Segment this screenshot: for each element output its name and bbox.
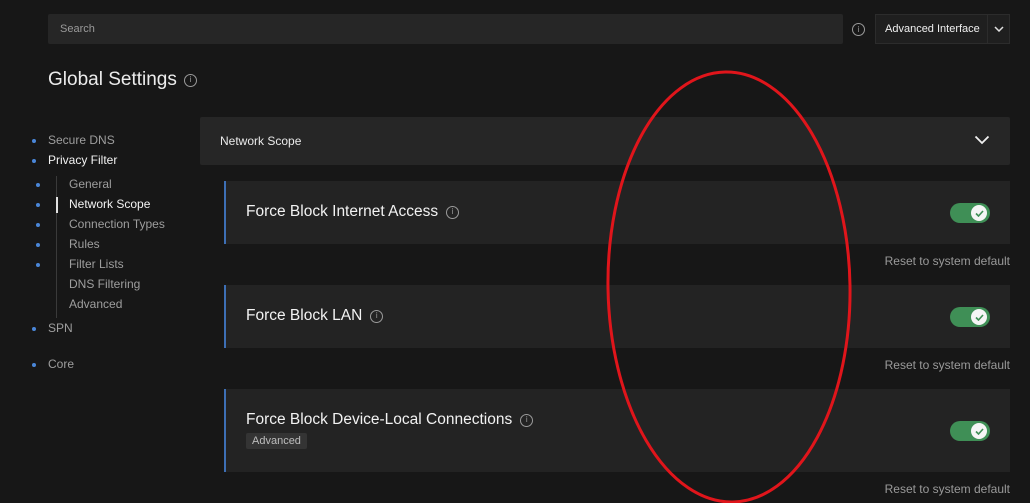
bullet-icon [36, 203, 40, 207]
bullet-icon [36, 263, 40, 267]
sidebar-item-privacy-filter[interactable]: Privacy Filter [48, 153, 117, 167]
check-icon [971, 423, 987, 439]
bullet-icon [36, 223, 40, 227]
sidebar-subitem-network-scope[interactable]: Network Scope [69, 197, 150, 211]
nav-rail-active-indicator [56, 197, 58, 213]
setting-card-force-block-device-local: Force Block Device-Local Connections i A… [224, 389, 1010, 472]
setting-title: Force Block Device-Local Connections [246, 411, 513, 428]
sidebar-subitem-rules[interactable]: Rules [69, 237, 100, 251]
check-icon [971, 309, 987, 325]
setting-title: Force Block LAN [246, 307, 363, 324]
search-bar[interactable] [48, 14, 843, 44]
bullet-icon [36, 183, 40, 187]
sidebar-subitem-advanced[interactable]: Advanced [69, 297, 122, 311]
sidebar-subitem-general[interactable]: General [69, 177, 112, 191]
app-root: i Advanced Interface Global Settings i S… [0, 0, 1030, 503]
setting-title-row: Force Block LAN i [246, 307, 384, 325]
chevron-down-icon[interactable] [987, 15, 1009, 43]
sidebar-subitem-dns-filtering[interactable]: DNS Filtering [69, 277, 140, 291]
sidebar-subitem-connection-types[interactable]: Connection Types [69, 217, 165, 231]
chevron-down-icon[interactable] [974, 132, 990, 150]
bullet-icon [32, 159, 36, 163]
setting-card-force-block-lan: Force Block LAN i [224, 285, 1010, 348]
reset-to-default-link[interactable]: Reset to system default [885, 254, 1010, 268]
sidebar-item-core[interactable]: Core [48, 357, 74, 371]
info-icon[interactable]: i [183, 73, 197, 87]
setting-card-force-block-internet: Force Block Internet Access i [224, 181, 1010, 244]
interface-mode-label: Advanced Interface [885, 23, 980, 35]
bullet-icon [32, 363, 36, 367]
bullet-icon [32, 327, 36, 331]
check-icon [971, 205, 987, 221]
sidebar-item-spn[interactable]: SPN [48, 321, 73, 335]
search-input[interactable] [58, 22, 833, 36]
bullet-icon [36, 243, 40, 247]
section-header-network-scope[interactable]: Network Scope [200, 117, 1010, 165]
info-icon[interactable]: i [520, 413, 534, 427]
info-icon[interactable]: i [446, 205, 460, 219]
sidebar-item-secure-dns[interactable]: Secure DNS [48, 133, 115, 147]
setting-title-row: Force Block Internet Access i [246, 203, 460, 221]
sidebar-subitem-filter-lists[interactable]: Filter Lists [69, 257, 124, 271]
reset-to-default-link[interactable]: Reset to system default [885, 358, 1010, 372]
toggle-switch[interactable] [950, 307, 990, 327]
section-title: Network Scope [220, 134, 302, 148]
setting-title-row: Force Block Device-Local Connections i [246, 411, 534, 429]
setting-title: Force Block Internet Access [246, 203, 439, 220]
page-title-text: Global Settings [48, 69, 177, 90]
toggle-switch[interactable] [950, 421, 990, 441]
info-icon[interactable]: i [370, 309, 384, 323]
interface-mode-select[interactable]: Advanced Interface [875, 14, 1010, 44]
bullet-icon [32, 139, 36, 143]
info-icon[interactable]: i [852, 23, 865, 36]
page-title: Global Settings i [48, 69, 197, 91]
reset-to-default-link[interactable]: Reset to system default [885, 482, 1010, 496]
toggle-switch[interactable] [950, 203, 990, 223]
advanced-badge: Advanced [246, 433, 307, 449]
